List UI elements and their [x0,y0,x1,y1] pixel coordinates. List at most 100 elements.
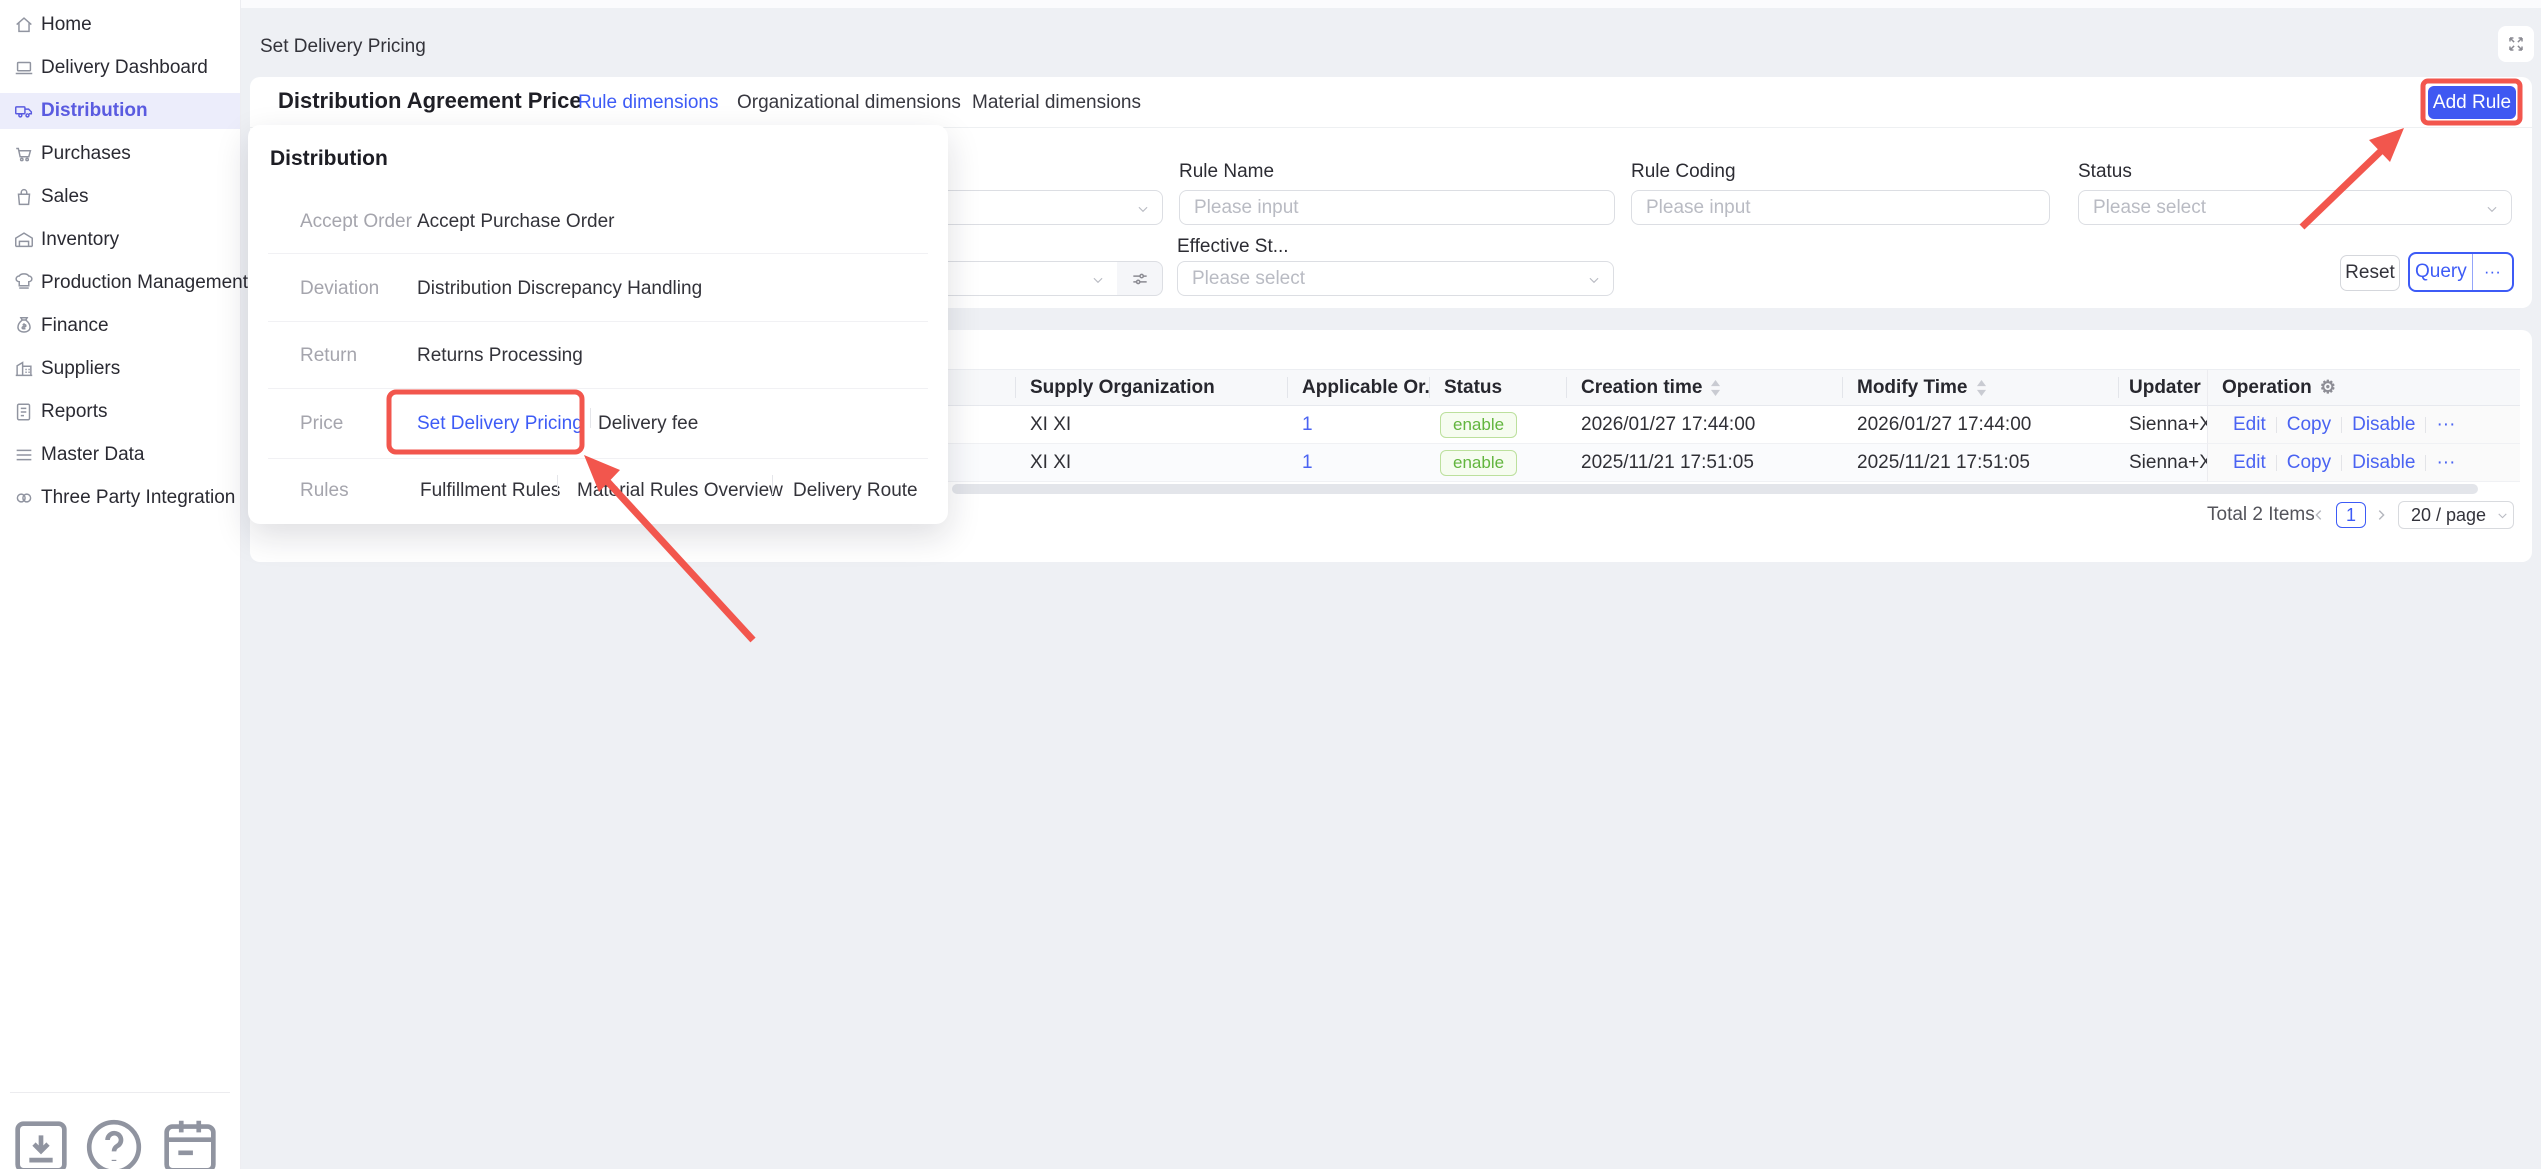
status-label: Status [2078,161,2132,183]
sidebar-item-sales[interactable]: Sales [0,179,240,215]
link-icon [13,487,35,509]
more-actions-button[interactable]: ··· [2436,414,2455,436]
distribution-menu-popup: Distribution Accept Order Accept Purchas… [248,125,948,524]
menu-item-distribution-discrepancy-handling[interactable]: Distribution Discrepancy Handling [417,278,702,300]
table-header-updater: Updater [2119,369,2207,406]
sidebar-item-distribution[interactable]: Distribution [0,93,240,129]
next-page-button[interactable] [2368,502,2394,528]
sidebar-item-home[interactable]: Home [0,7,240,43]
table-header-creation-time[interactable]: Creation time [1567,369,1843,406]
tab-distribution-agreement-price[interactable]: Distribution Agreement Price [278,88,582,114]
sidebar-item-finance[interactable]: Finance [0,308,240,344]
sidebar-item-reports[interactable]: Reports [0,394,240,430]
sidebar-item-production-management[interactable]: Production Management [0,265,240,301]
tune-icon [1130,269,1150,289]
chevron-down-icon [2485,202,2499,214]
help-icon [79,1112,149,1169]
add-rule-button[interactable]: Add Rule [2428,86,2516,119]
menu-item-returns-processing[interactable]: Returns Processing [417,345,583,367]
fullscreen-button[interactable] [2498,26,2534,62]
query-button[interactable]: Query [2410,254,2472,290]
action-divider [2425,417,2426,433]
menu-divider [268,458,928,459]
tab-rule-dimensions[interactable]: Rule dimensions [578,92,718,114]
page-size-select[interactable]: 20 / page [2398,501,2514,529]
dashboard-icon [13,57,35,79]
update-button[interactable]: Update [155,1112,225,1169]
sidebar-item-label: Home [41,14,92,36]
sidebar-item-label: Finance [41,315,109,337]
sidebar-item-delivery-dashboard[interactable]: Delivery Dashboard [0,50,240,86]
sort-icon[interactable] [1976,380,1987,396]
menu-item-material-rules-overview[interactable]: Material Rules Overview [577,480,783,502]
rule-coding-input[interactable] [1631,190,2050,225]
action-divider [2276,455,2277,471]
chevron-down-icon [2496,509,2509,522]
sidebar-item-master-data[interactable]: Master Data [0,437,240,473]
edit-link[interactable]: Edit [2233,414,2266,436]
sidebar-item-label: Purchases [41,143,131,165]
applicable-org-link[interactable]: 1 [1288,414,1313,436]
table-cell-updater: Sienna+Xin [2119,406,2207,444]
rule-name-input[interactable] [1179,190,1615,225]
applicable-org-link[interactable]: 1 [1288,452,1313,474]
menu-item-accept-purchase-order[interactable]: Accept Purchase Order [417,211,614,233]
table-cell-applicable: 1 [1288,444,1430,482]
edit-link[interactable]: Edit [2233,452,2266,474]
sort-icon[interactable] [1710,380,1721,396]
table-header-modify-time[interactable]: Modify Time [1843,369,2119,406]
menu-label-accept-order: Accept Order [300,211,412,233]
status-select-placeholder: Please select [2079,197,2206,219]
menu-item-delivery-fee[interactable]: Delivery fee [598,413,698,435]
disable-link[interactable]: Disable [2352,452,2415,474]
chevron-right-icon [2374,508,2388,522]
tab-organizational-dimensions[interactable]: Organizational dimensions [737,92,961,114]
query-group-divider [2472,254,2473,290]
download-button[interactable]: Downl... [6,1112,76,1169]
help-button[interactable]: Help [79,1112,149,1169]
reset-button[interactable]: Reset [2340,255,2400,291]
menu-divider [268,321,928,322]
sidebar-item-purchases[interactable]: Purchases [0,136,240,172]
page-number-button[interactable]: 1 [2336,502,2366,528]
tab-material-dimensions[interactable]: Material dimensions [972,92,1141,114]
menu-item-divider [772,475,773,495]
sidebar-item-label: Master Data [41,444,144,466]
menu-item-delivery-route[interactable]: Delivery Route [793,480,918,502]
table-cell-supply: XI XI [1016,444,1288,482]
rule-name-input-field[interactable] [1180,197,1614,219]
prev-page-button[interactable] [2306,502,2332,528]
menu-item-set-delivery-pricing[interactable]: Set Delivery Pricing [417,413,583,435]
chevron-down-icon [1091,273,1105,285]
horizontal-scrollbar[interactable] [952,484,2478,494]
bag-icon [13,186,35,208]
query-more-button[interactable]: ··· [2473,254,2512,290]
sidebar-item-three-party-integration[interactable]: Three Party Integration [0,480,240,516]
menu-item-fulfillment-rules[interactable]: Fulfillment Rules [420,480,560,502]
pagination-total: Total 2 Items [2207,504,2315,526]
rule-coding-input-field[interactable] [1632,197,2049,219]
copy-link[interactable]: Copy [2287,452,2331,474]
calendar-icon [155,1112,225,1169]
table-cell [948,444,1016,482]
advanced-filter-button[interactable] [1117,261,1163,296]
top-strip [241,0,2541,8]
table-cell-operation: Edit Copy Disable ··· [2207,406,2520,444]
copy-link[interactable]: Copy [2287,414,2331,436]
sidebar-item-label: Suppliers [41,358,120,380]
download-icon [6,1112,76,1169]
action-divider [2341,455,2342,471]
table-cell-supply: XI XI [1016,406,1288,444]
sidebar-item-inventory[interactable]: Inventory [0,222,240,258]
sidebar-item-suppliers[interactable]: Suppliers [0,351,240,387]
status-select[interactable]: Please select [2078,190,2512,225]
home-icon [13,14,35,36]
menu-heading: Distribution [270,147,388,171]
table-cell [948,406,1016,444]
more-actions-button[interactable]: ··· [2436,452,2455,474]
effective-status-select[interactable]: Please select [1177,261,1614,296]
action-divider [2341,417,2342,433]
gear-icon[interactable]: ⚙ [2320,377,2336,398]
disable-link[interactable]: Disable [2352,414,2415,436]
sidebar-item-label: Distribution [41,100,148,122]
